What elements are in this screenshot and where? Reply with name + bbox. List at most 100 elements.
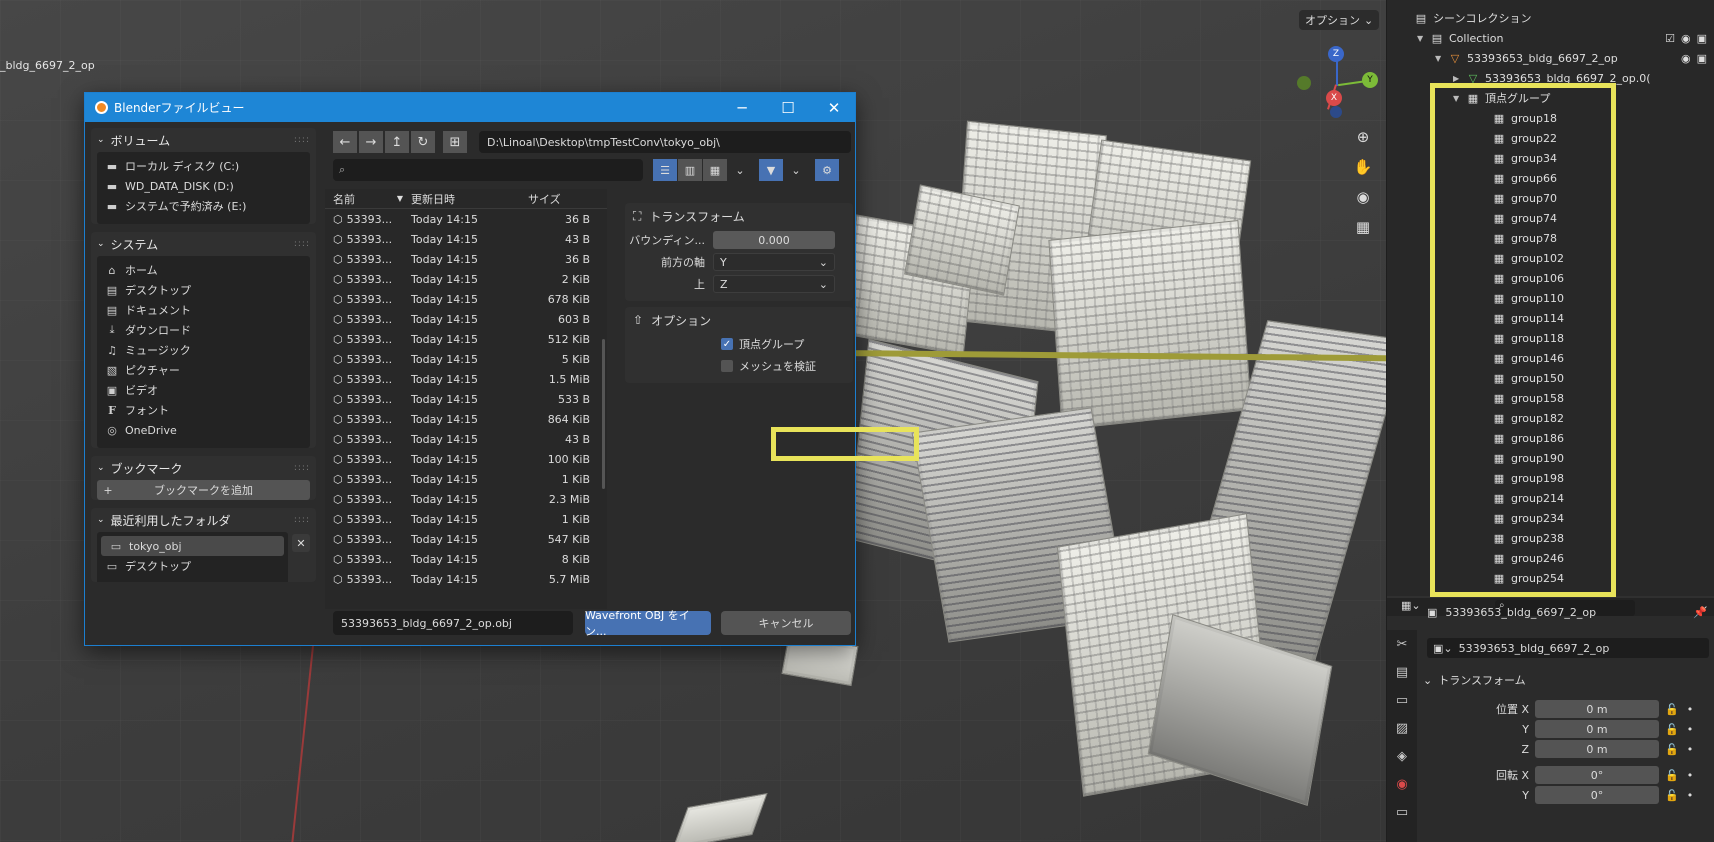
- file-row[interactable]: ⬡ 53393... Today 14:15 2.3 MiB: [325, 489, 607, 509]
- filename-input[interactable]: 53393653_bldg_6697_2_op.obj: [333, 611, 573, 635]
- file-row[interactable]: ⬡ 53393... Today 14:15 100 KiB: [325, 449, 607, 469]
- gear-icon[interactable]: ⚙: [815, 159, 839, 181]
- options-header[interactable]: ⇧ オプション: [625, 307, 853, 333]
- refresh-icon[interactable]: ↻: [411, 131, 435, 153]
- back-icon[interactable]: ←: [333, 131, 357, 153]
- navigation-gizmo[interactable]: Z Y X: [1290, 46, 1380, 118]
- keyframe-dot-icon[interactable]: •: [1687, 769, 1694, 782]
- gizmo-neg-y[interactable]: [1297, 76, 1311, 90]
- keyframe-dot-icon[interactable]: •: [1687, 789, 1694, 802]
- camera-icon[interactable]: ◉: [1350, 184, 1376, 210]
- file-row[interactable]: ⬡ 53393... Today 14:15 43 B: [325, 429, 607, 449]
- volumes-header[interactable]: ⌄ ボリューム::::: [91, 128, 316, 152]
- scene-collection-row[interactable]: ▤ シーンコレクション: [1387, 8, 1714, 28]
- lock-icon[interactable]: 🔓: [1665, 769, 1679, 782]
- file-row[interactable]: ⬡ 53393... Today 14:15 8 KiB: [325, 549, 607, 569]
- maximize-button[interactable]: ☐: [765, 93, 811, 122]
- world-tab-icon[interactable]: ◉: [1387, 770, 1417, 798]
- file-row[interactable]: ⬡ 53393... Today 14:15 36 B: [325, 209, 607, 229]
- search-input[interactable]: ⌕: [333, 159, 643, 181]
- recent-item[interactable]: ▭ 51322494_bldg_6697_op: [97, 576, 288, 583]
- chevron-down-icon[interactable]: ⌄: [784, 159, 808, 181]
- lock-icon[interactable]: 🔓: [1665, 723, 1679, 736]
- scrollbar[interactable]: [602, 339, 605, 489]
- system-header[interactable]: ⌄ システム::::: [91, 232, 316, 256]
- volume-item-c[interactable]: ▬ ローカル ディスク (C:): [97, 156, 310, 176]
- output-tab-icon[interactable]: ▭: [1387, 686, 1417, 714]
- lock-icon[interactable]: 🔓: [1665, 703, 1679, 716]
- file-row[interactable]: ⬡ 53393... Today 14:15 1.5 MiB: [325, 369, 607, 389]
- viewport-options-dropdown[interactable]: オプション ⌄: [1299, 10, 1380, 30]
- system-item-videos[interactable]: ▣ ビデオ: [97, 380, 310, 400]
- list-vertical-icon[interactable]: ☰: [653, 159, 677, 181]
- system-item-desktop[interactable]: ▤ デスクトップ: [97, 280, 310, 300]
- validate-mesh-checkbox[interactable]: メッシュを検証: [625, 355, 853, 377]
- rotation-y-field[interactable]: 0°: [1535, 786, 1659, 804]
- object-name-field[interactable]: ▣⌄ 53393653_bldg_6697_2_op: [1427, 638, 1709, 658]
- checkbox-unchecked[interactable]: [721, 360, 733, 372]
- system-item-downloads[interactable]: ⤓ ダウンロード: [97, 320, 310, 340]
- editor-type-icon[interactable]: ▦⌄: [1401, 599, 1421, 612]
- gizmo-z[interactable]: Z: [1328, 46, 1344, 62]
- transform-header[interactable]: ⛶ トランスフォーム: [625, 203, 853, 229]
- system-item-music[interactable]: ♫ ミュージック: [97, 340, 310, 360]
- bounding-field[interactable]: 0.000: [713, 231, 835, 249]
- file-row[interactable]: ⬡ 53393... Today 14:15 5 KiB: [325, 349, 607, 369]
- expand-arrow-icon[interactable]: ▼: [1435, 54, 1447, 63]
- chevron-down-icon[interactable]: ⌄: [728, 159, 752, 181]
- system-item-onedrive[interactable]: ◎ OneDrive: [97, 420, 310, 440]
- gizmo-neg-z[interactable]: [1330, 106, 1342, 118]
- up-axis-select[interactable]: Z ⌄: [713, 275, 835, 293]
- add-bookmark-button[interactable]: + ブックマークを追加: [97, 480, 310, 500]
- expand-arrow-icon[interactable]: ▼: [1417, 34, 1429, 43]
- drag-handle-icon[interactable]: ::::: [294, 135, 310, 145]
- close-button[interactable]: ✕: [811, 93, 857, 122]
- system-item-fonts[interactable]: F フォント: [97, 400, 310, 420]
- remove-recent-button[interactable]: ✕: [292, 534, 310, 552]
- import-button[interactable]: Wavefront OBJ をイン...: [585, 609, 711, 638]
- location-z-field[interactable]: 0 m: [1535, 740, 1659, 758]
- lock-icon[interactable]: 🔓: [1665, 743, 1679, 756]
- camera-icon[interactable]: ▣: [1697, 52, 1707, 65]
- system-item-home[interactable]: ⌂ ホーム: [97, 260, 310, 280]
- parent-dir-icon[interactable]: ↥: [385, 131, 409, 153]
- forward-axis-select[interactable]: Y ⌄: [713, 253, 835, 271]
- drag-handle-icon[interactable]: ::::: [294, 463, 310, 473]
- file-row[interactable]: ⬡ 53393... Today 14:15 864 KiB: [325, 409, 607, 429]
- file-row[interactable]: ⬡ 53393... Today 14:15 5.7 MiB: [325, 569, 607, 589]
- drag-handle-icon[interactable]: ::::: [294, 515, 310, 525]
- column-name[interactable]: 名前 ▼: [325, 191, 403, 207]
- file-row[interactable]: ⬡ 53393... Today 14:15 678 KiB: [325, 289, 607, 309]
- minimize-button[interactable]: ─: [719, 93, 765, 122]
- recent-item[interactable]: ▭ tokyo_obj: [101, 536, 284, 556]
- volume-item-d[interactable]: ▬ WD_DATA_DISK (D:): [97, 176, 310, 196]
- gizmo-y[interactable]: Y: [1362, 72, 1378, 88]
- new-folder-icon[interactable]: ⊞: [443, 131, 467, 153]
- file-row[interactable]: ⬡ 53393... Today 14:15 547 KiB: [325, 529, 607, 549]
- view-layer-tab-icon[interactable]: ▨: [1387, 714, 1417, 742]
- recent-item[interactable]: ▭ デスクトップ: [97, 556, 288, 576]
- forward-icon[interactable]: →: [359, 131, 383, 153]
- hand-pan-icon[interactable]: ✋: [1350, 154, 1376, 180]
- checkbox-checked[interactable]: ✓: [721, 338, 733, 350]
- lock-icon[interactable]: 🔓: [1665, 789, 1679, 802]
- column-size[interactable]: サイズ: [518, 191, 598, 207]
- file-row[interactable]: ⬡ 53393... Today 14:15 1 KiB: [325, 469, 607, 489]
- object-row[interactable]: ▼ ▽ 53393653_bldg_6697_2_op ◉ ▣: [1387, 48, 1714, 68]
- file-row[interactable]: ⬡ 53393... Today 14:15 36 B: [325, 249, 607, 269]
- volume-item-e[interactable]: ▬ システムで予約済み (E:): [97, 196, 310, 216]
- vertex-groups-checkbox[interactable]: ✓ 頂点グループ: [625, 333, 853, 355]
- expand-arrow-icon[interactable]: ▶: [1453, 74, 1465, 83]
- filter-icon[interactable]: ▼: [759, 159, 783, 181]
- eye-icon[interactable]: ◉: [1681, 32, 1691, 45]
- render-tab-icon[interactable]: ▤: [1387, 658, 1417, 686]
- file-row[interactable]: ⬡ 53393... Today 14:15 43 B: [325, 229, 607, 249]
- tool-tab-icon[interactable]: ✂: [1387, 630, 1417, 658]
- system-item-documents[interactable]: ▤ ドキュメント: [97, 300, 310, 320]
- gizmo-x[interactable]: X: [1326, 90, 1342, 106]
- keyframe-dot-icon[interactable]: •: [1687, 723, 1694, 736]
- file-row[interactable]: ⬡ 53393... Today 14:15 512 KiB: [325, 329, 607, 349]
- camera-icon[interactable]: ▣: [1697, 32, 1707, 45]
- transform-panel-header[interactable]: ⌄ トランスフォーム: [1423, 672, 1526, 688]
- system-item-pictures[interactable]: ▧ ピクチャー: [97, 360, 310, 380]
